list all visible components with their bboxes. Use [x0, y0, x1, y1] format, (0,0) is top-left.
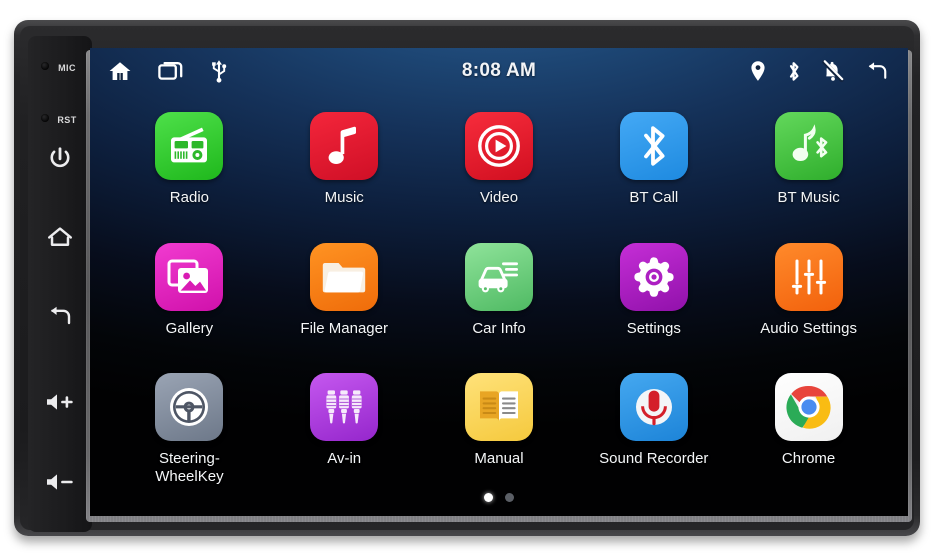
hardware-key-panel: MIC RST: [28, 36, 92, 532]
status-bar-right-icons: [750, 59, 890, 83]
app-settings[interactable]: Settings: [576, 231, 731, 362]
back-button[interactable]: [28, 304, 92, 328]
app-video[interactable]: Video: [422, 100, 577, 231]
app-tile[interactable]: [619, 242, 688, 311]
app-bt-music[interactable]: BT Music: [731, 100, 886, 231]
app-label: File Manager: [300, 319, 388, 337]
app-tile[interactable]: [774, 112, 843, 180]
app-label: Audio Settings: [760, 319, 857, 337]
page-dot-1[interactable]: [484, 493, 493, 502]
mic-hole-icon: [41, 62, 49, 70]
bluetooth-icon: [643, 126, 665, 166]
app-label: Steering- WheelKey: [155, 450, 224, 485]
radio-icon: [171, 127, 208, 163]
app-label: BT Music: [777, 189, 840, 206]
book-icon: [479, 391, 518, 422]
app-tile[interactable]: [310, 373, 379, 442]
app-tile[interactable]: [464, 112, 533, 180]
power-button[interactable]: [28, 146, 92, 172]
folder-icon: [322, 262, 366, 293]
app-label: Gallery: [165, 319, 214, 337]
screenshot-root: MIC RST 8:08 AM Radio Music Video BT Cal…: [0, 0, 934, 554]
app-audio-settings[interactable]: Audio Settings: [731, 231, 886, 362]
app-car-info[interactable]: Car Info: [422, 231, 577, 362]
power-icon: [28, 146, 92, 172]
volume-up-button[interactable]: [28, 391, 92, 413]
app-label: BT Call: [629, 189, 679, 206]
app-radio[interactable]: Radio: [112, 100, 267, 231]
reset-label: RST: [57, 115, 77, 125]
bluetooth-icon[interactable]: [786, 60, 802, 83]
volume-down-button[interactable]: [28, 471, 92, 493]
app-tile[interactable]: [155, 112, 224, 180]
bt-music-icon: [792, 124, 827, 161]
app-label: Av-in: [327, 450, 362, 468]
app-label: Radio: [169, 189, 209, 206]
app-tile[interactable]: [464, 242, 533, 311]
volume-up-icon: [28, 391, 92, 413]
microphone-icon: [635, 389, 672, 426]
app-bt-call[interactable]: BT Call: [576, 100, 731, 231]
app-label: Manual: [474, 450, 524, 468]
gallery-icon: [167, 259, 209, 293]
app-label: Music: [324, 189, 364, 206]
volume-down-icon: [28, 471, 92, 493]
app-label: Sound Recorder: [599, 450, 709, 468]
app-label: Video: [479, 189, 519, 206]
equalizer-icon: [791, 259, 826, 295]
chrome-icon: [786, 386, 831, 430]
app-av-in[interactable]: Av-in: [267, 361, 422, 492]
app-manual[interactable]: Manual: [422, 361, 577, 492]
notifications-off-icon[interactable]: [822, 59, 844, 83]
app-tile[interactable]: [155, 242, 224, 311]
music-note-icon: [328, 126, 357, 164]
app-label: Settings: [626, 319, 681, 337]
app-tile[interactable]: [310, 242, 379, 311]
app-tile[interactable]: [619, 373, 688, 442]
mic-indicator: MIC: [28, 58, 92, 76]
car-head-unit-device: MIC RST 8:08 AM Radio Music Video BT Cal…: [14, 20, 920, 536]
gear-icon: [634, 256, 674, 297]
page-dot-2[interactable]: [505, 493, 514, 502]
reset-hole-icon[interactable]: [41, 114, 49, 122]
app-label: Car Info: [472, 319, 526, 337]
car-info-icon: [478, 262, 518, 293]
app-tile[interactable]: [464, 373, 533, 442]
app-tile[interactable]: [310, 112, 379, 180]
reset-indicator[interactable]: RST: [28, 110, 92, 128]
page-indicator: [90, 493, 908, 502]
app-tile[interactable]: [774, 373, 843, 442]
app-tile[interactable]: [155, 373, 224, 442]
app-grid: Radio Music Video BT Call BT Music Galle…: [90, 94, 908, 492]
app-label: Chrome: [781, 450, 836, 468]
app-tile[interactable]: [619, 112, 688, 180]
app-chrome[interactable]: Chrome: [731, 361, 886, 492]
app-music[interactable]: Music: [267, 100, 422, 231]
back-arrow-icon[interactable]: [864, 60, 890, 82]
app-steering-wheelkey[interactable]: Steering- WheelKey: [112, 361, 267, 492]
steering-wheel-icon: [170, 388, 209, 427]
app-gallery[interactable]: Gallery: [112, 231, 267, 362]
touchscreen[interactable]: 8:08 AM Radio Music Video BT Call BT Mus…: [90, 48, 908, 516]
mic-label: MIC: [58, 63, 76, 73]
home-button[interactable]: [28, 224, 92, 250]
rca-plugs-icon: [326, 390, 362, 424]
app-file-manager[interactable]: File Manager: [267, 231, 422, 362]
location-pin-icon[interactable]: [750, 60, 766, 82]
app-sound-recorder[interactable]: Sound Recorder: [576, 361, 731, 492]
device-bezel: MIC RST 8:08 AM Radio Music Video BT Cal…: [20, 26, 914, 532]
back-arrow-icon: [28, 304, 92, 328]
status-bar: 8:08 AM: [90, 48, 908, 94]
home-outline-icon: [28, 224, 92, 250]
app-tile[interactable]: [774, 242, 843, 311]
video-play-icon: [478, 125, 520, 167]
